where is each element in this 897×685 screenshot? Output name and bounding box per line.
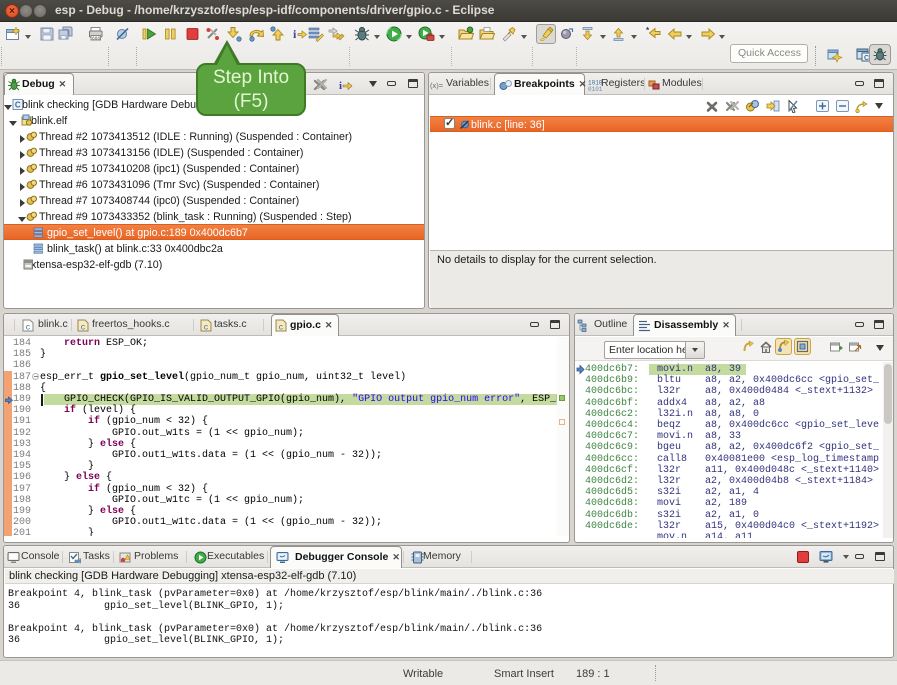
svg-text:c: c [26, 324, 31, 333]
svg-text:i: i [339, 80, 342, 92]
svg-text:*: * [646, 26, 650, 35]
svg-text:0101: 0101 [588, 86, 603, 92]
svg-text:(x)=: (x)= [430, 81, 444, 90]
svg-text:c: c [204, 324, 209, 333]
svg-text:888: 888 [92, 36, 100, 42]
svg-text:c: c [81, 324, 86, 333]
svg-text:i: i [293, 27, 297, 41]
svg-text:c: c [279, 324, 284, 333]
svg-text:C: C [15, 101, 21, 110]
